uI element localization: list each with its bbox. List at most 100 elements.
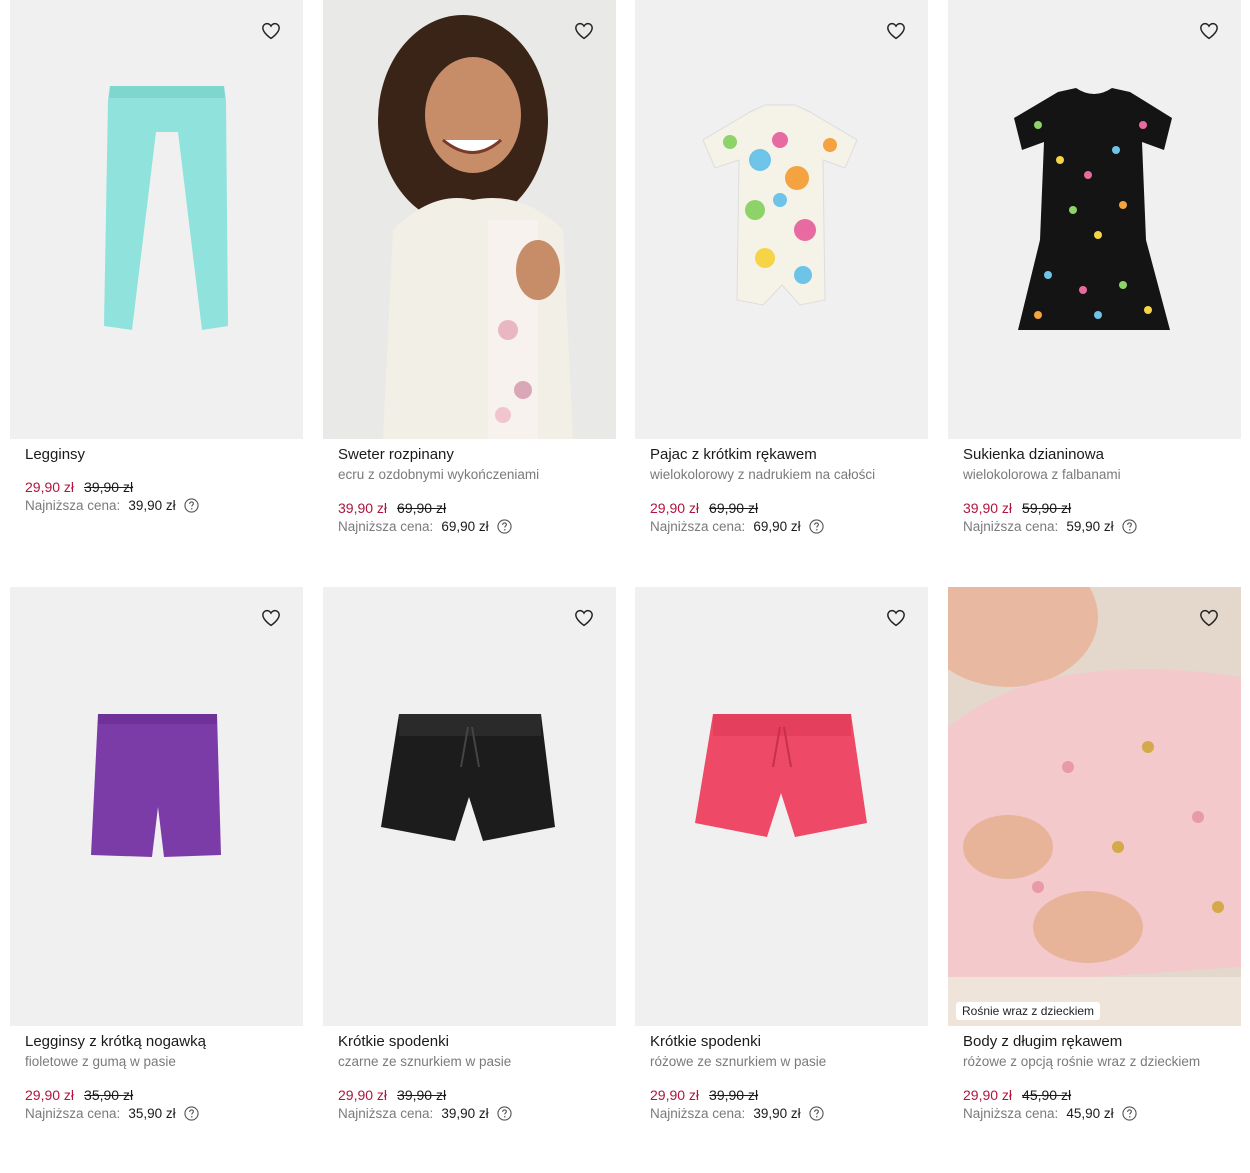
price-row: 29,90 zł 39,90 zł [650,1087,913,1104]
lowest-price-label: Najniższa cena: [650,519,746,534]
product-name[interactable]: Legginsy [25,445,288,465]
short-leggings-illustration [91,714,221,857]
product-description: różowe ze sznurkiem w pasie [650,1054,827,1069]
product-info: Sweter rozpinany ecru z ozdobnymi wykońc… [323,439,616,535]
old-price: 59,90 zł [1022,500,1072,516]
product-name[interactable]: Sweter rozpinany [338,445,601,465]
favorite-heart-icon[interactable] [884,606,908,630]
product-card[interactable]: Legginsy 29,90 zł 39,90 zł Najniższa cena… [10,0,303,514]
sale-price: 29,90 zł [25,1087,75,1103]
product-image[interactable] [10,0,303,439]
product-description: wielokolorowy z nadrukiem na całości [650,467,876,482]
question-circle-icon[interactable] [808,519,824,534]
question-circle-icon[interactable] [183,1106,199,1121]
favorite-heart-icon[interactable] [884,19,908,43]
product-card[interactable]: Rośnie wraz z dzieckiem Body z długim rę… [948,587,1241,1122]
product-card[interactable]: Sweter rozpinany ecru z ozdobnymi wykońc… [323,0,616,535]
product-name[interactable]: Sukienka dzianinowa [963,445,1226,465]
product-info: Krótkie spodenki różowe ze sznurkiem w p… [635,1026,928,1122]
product-image[interactable] [948,0,1241,439]
question-circle-icon[interactable] [496,1106,512,1121]
lowest-price-value: 69,90 zł [441,519,489,534]
sale-price: 29,90 zł [963,1087,1013,1103]
product-name[interactable]: Krótkie spodenki [650,1032,913,1052]
lowest-price-label: Najniższa cena: [338,519,434,534]
lowest-price-label: Najniższa cena: [963,519,1059,534]
lowest-price-value: 39,90 zł [128,498,176,513]
product-description: fioletowe z gumą w pasie [25,1054,176,1069]
lowest-price-row: Najniższa cena: 45,90 zł [963,1105,1226,1122]
price-row: 29,90 zł 69,90 zł [650,500,913,517]
product-info: Pajac z krótkim rękawem wielokolorowy z … [635,439,928,535]
product-card[interactable]: Legginsy z krótką nogawką fioletowe z gu… [10,587,303,1122]
old-price: 45,90 zł [1022,1087,1072,1103]
question-circle-icon[interactable] [808,1106,824,1121]
child-model-photo [378,15,573,439]
product-card[interactable]: Pajac z krótkim rękawem wielokolorowy z … [635,0,928,535]
lowest-price-row: Najniższa cena: 39,90 zł [650,1105,913,1122]
old-price: 69,90 zł [397,500,447,516]
product-grid: Legginsy 29,90 zł 39,90 zł Najniższa cena… [0,0,1250,1173]
product-name[interactable]: Krótkie spodenki [338,1032,601,1052]
old-price: 39,90 zł [709,1087,759,1103]
baby-model-photo [948,587,1241,1026]
product-image[interactable] [323,587,616,1026]
lowest-price-row: Najniższa cena: 69,90 zł [650,518,913,535]
lowest-price-row: Najniższa cena: 39,90 zł [338,1105,601,1122]
lowest-price-label: Najniższa cena: [650,1106,746,1121]
favorite-heart-icon[interactable] [1197,606,1221,630]
romper-illustration [702,104,858,306]
product-name[interactable]: Body z długim rękawem [963,1032,1226,1052]
lowest-price-value: 39,90 zł [753,1106,801,1121]
product-description: różowe z opcją rośnie wraz z dzieckiem [963,1054,1201,1069]
product-name[interactable]: Legginsy z krótką nogawką [25,1032,288,1052]
product-info: Sukienka dzianinowa wielokolorowa z falb… [948,439,1241,535]
lowest-price-value: 39,90 zł [441,1106,489,1121]
price-row: 29,90 zł 45,90 zł [963,1087,1226,1104]
favorite-heart-icon[interactable] [1197,19,1221,43]
lowest-price-value: 69,90 zł [753,519,801,534]
question-circle-icon[interactable] [1121,1106,1137,1121]
lowest-price-value: 35,90 zł [128,1106,176,1121]
question-circle-icon[interactable] [496,519,512,534]
product-info: Legginsy z krótką nogawką fioletowe z gu… [10,1026,303,1122]
favorite-heart-icon[interactable] [259,606,283,630]
favorite-heart-icon[interactable] [572,606,596,630]
product-card[interactable]: Krótkie spodenki czarne ze sznurkiem w p… [323,587,616,1122]
sale-price: 29,90 zł [650,500,700,516]
old-price: 35,90 zł [84,1087,134,1103]
product-info: Body z długim rękawem różowe z opcją roś… [948,1026,1241,1122]
sale-price: 29,90 zł [338,1087,388,1103]
lowest-price-row: Najniższa cena: 69,90 zł [338,518,601,535]
product-info: Krótkie spodenki czarne ze sznurkiem w p… [323,1026,616,1122]
product-card[interactable]: Sukienka dzianinowa wielokolorowa z falb… [948,0,1241,535]
leggings-illustration [104,86,228,330]
favorite-heart-icon[interactable] [572,19,596,43]
pink-shorts-illustration [695,714,867,837]
black-shorts-illustration [381,714,555,841]
grows-with-child-badge: Rośnie wraz z dzieckiem [956,1002,1101,1020]
product-image[interactable]: Rośnie wraz z dzieckiem [948,587,1241,1026]
price-row: 29,90 zł 39,90 zł [338,1087,601,1104]
product-image[interactable] [635,0,928,439]
sale-price: 29,90 zł [650,1087,700,1103]
product-image[interactable] [323,0,616,439]
product-name[interactable]: Pajac z krótkim rękawem [650,445,913,465]
lowest-price-value: 45,90 zł [1066,1106,1114,1121]
old-price: 69,90 zł [709,500,759,516]
price-row: 29,90 zł 39,90 zł [25,479,288,496]
product-image[interactable] [635,587,928,1026]
price-row: 29,90 zł 35,90 zł [25,1087,288,1104]
sale-price: 39,90 zł [338,500,388,516]
product-card[interactable]: Krótkie spodenki różowe ze sznurkiem w p… [635,587,928,1122]
sale-price: 39,90 zł [963,500,1013,516]
product-description: wielokolorowa z falbanami [963,467,1121,482]
lowest-price-label: Najniższa cena: [25,1106,121,1121]
lowest-price-row: Najniższa cena: 59,90 zł [963,518,1226,535]
lowest-price-label: Najniższa cena: [338,1106,434,1121]
question-circle-icon[interactable] [1121,519,1137,534]
product-image[interactable] [10,587,303,1026]
sale-price: 29,90 zł [25,479,75,495]
question-circle-icon[interactable] [183,498,199,513]
favorite-heart-icon[interactable] [259,19,283,43]
